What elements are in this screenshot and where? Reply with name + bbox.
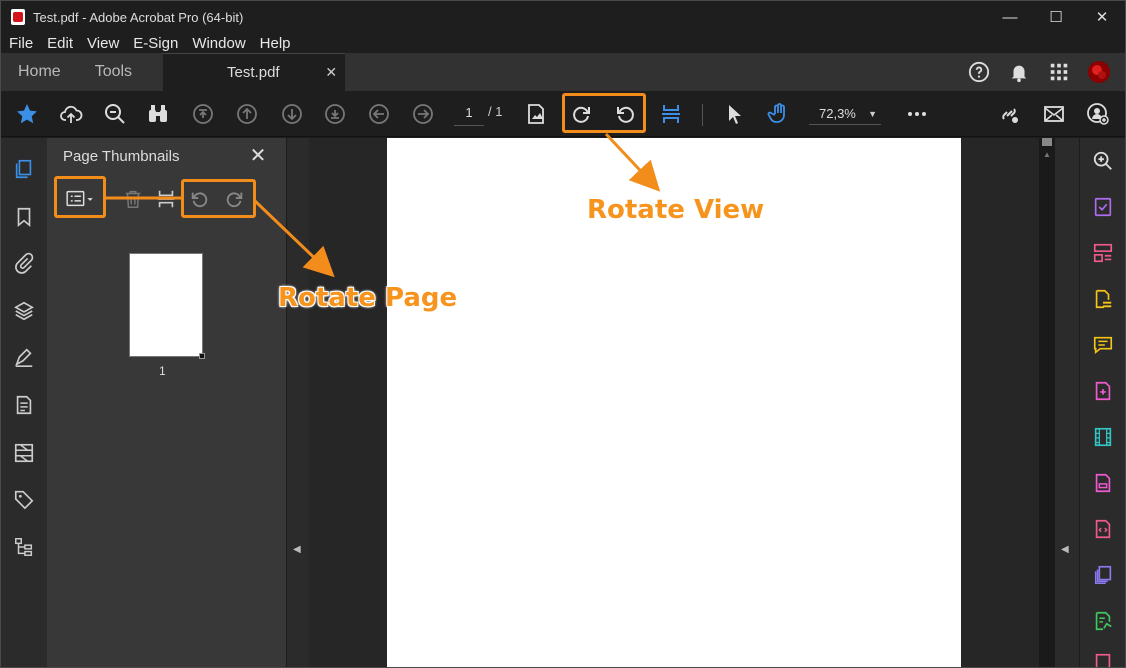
tab-home[interactable]: Home [1, 53, 78, 91]
zoom-level-select[interactable]: 72,3% ▼ [809, 103, 881, 125]
last-page-icon[interactable] [321, 100, 349, 128]
model-tree-icon[interactable] [11, 534, 37, 560]
vertical-scrollbar[interactable]: ▲ [1039, 138, 1055, 667]
previous-view-icon[interactable] [365, 100, 393, 128]
menu-view[interactable]: View [80, 35, 126, 52]
tab-tools[interactable]: Tools [78, 53, 149, 91]
hand-tool-icon[interactable] [765, 100, 793, 128]
page-thumbnails-icon[interactable] [11, 156, 37, 182]
close-window-button[interactable]: ✕ [1079, 1, 1125, 33]
next-page-icon[interactable] [278, 100, 306, 128]
left-navigation-rail [1, 138, 47, 667]
rotate-page-highlight [181, 179, 256, 218]
menu-window[interactable]: Window [185, 35, 252, 52]
insert-page-icon[interactable] [153, 186, 179, 212]
chevron-left-icon: ◀ [293, 544, 301, 555]
delete-page-trash-icon[interactable] [120, 186, 146, 212]
panel-title: Page Thumbnails [63, 148, 180, 165]
tabs-right-actions [967, 53, 1125, 91]
first-page-icon[interactable] [189, 100, 217, 128]
fill-sign-icon[interactable] [1090, 194, 1116, 220]
collapse-left-panel-handle[interactable]: ◀ [287, 138, 309, 667]
combine-files-icon[interactable] [1090, 562, 1116, 588]
rotate-page-label: Rotate Page [278, 283, 458, 313]
acrobat-logo-icon [11, 9, 25, 25]
acrobat-window: Test.pdf - Adobe Acrobat Pro (64-bit) — … [0, 0, 1126, 668]
bookmarks-icon[interactable] [11, 204, 37, 230]
apps-grid-icon[interactable] [1047, 60, 1071, 84]
find-binoculars-icon[interactable] [144, 100, 172, 128]
rich-media-film-icon[interactable] [1090, 424, 1116, 450]
share-link-icon[interactable] [995, 100, 1023, 128]
current-page-input[interactable]: 1 [454, 100, 484, 126]
page-display-icon[interactable] [523, 100, 551, 128]
menu-esign[interactable]: E-Sign [126, 35, 185, 52]
title-bar: Test.pdf - Adobe Acrobat Pro (64-bit) — … [1, 1, 1125, 33]
chevron-left-icon: ◀ [1061, 544, 1069, 555]
toolbar-divider [702, 104, 703, 126]
menu-file[interactable]: File [1, 35, 40, 52]
cloud-upload-icon[interactable] [57, 100, 85, 128]
document-properties-icon[interactable] [11, 392, 37, 418]
request-esignatures-icon[interactable] [1090, 608, 1116, 634]
menu-help[interactable]: Help [253, 35, 298, 52]
protect-icon[interactable] [1090, 650, 1116, 667]
minimize-button[interactable]: — [987, 1, 1033, 33]
tab-document-label: Test.pdf [227, 64, 280, 81]
window-controls: — ☐ ✕ [987, 1, 1125, 33]
add-user-icon[interactable] [1084, 100, 1112, 128]
content-order-icon[interactable] [11, 440, 37, 466]
scrollbar-thumb[interactable] [1042, 138, 1052, 146]
page-thumbnail[interactable] [129, 253, 205, 359]
zoom-value: 72,3% [819, 106, 856, 121]
organize-pages-icon[interactable] [1090, 240, 1116, 266]
right-tools-rail [1079, 138, 1125, 667]
zoom-search-icon[interactable] [101, 100, 129, 128]
previous-page-icon[interactable] [233, 100, 261, 128]
bookmark-star-icon[interactable] [13, 100, 41, 128]
export-pdf-icon[interactable] [1090, 470, 1116, 496]
email-envelope-icon[interactable] [1040, 100, 1068, 128]
more-options-icon[interactable] [903, 100, 931, 128]
collapse-right-panel-handle[interactable]: ◀ [1055, 138, 1079, 667]
convert-code-icon[interactable] [1090, 516, 1116, 542]
chevron-down-icon: ▼ [868, 108, 877, 119]
attachments-paperclip-icon[interactable] [11, 250, 37, 276]
maximize-button[interactable]: ☐ [1033, 1, 1079, 33]
create-pdf-icon[interactable] [1090, 378, 1116, 404]
signature-pen-icon[interactable] [11, 344, 37, 370]
rotate-view-highlight [562, 93, 646, 133]
page-count: / 1 [488, 104, 503, 119]
thumbnail-resize-handle[interactable] [199, 353, 205, 359]
panel-close-icon[interactable]: ✕ [247, 144, 269, 167]
notifications-bell-icon[interactable] [1007, 60, 1031, 84]
menu-bar: File Edit View E-Sign Window Help [1, 33, 1125, 53]
tags-icon[interactable] [11, 486, 37, 512]
tabs-bar: Home Tools Test.pdf ✕ [1, 53, 1125, 91]
select-cursor-icon[interactable] [721, 100, 749, 128]
layers-icon[interactable] [11, 298, 37, 324]
scroll-up-icon[interactable]: ▲ [1043, 150, 1051, 159]
zoom-tool-icon[interactable] [1090, 148, 1116, 174]
comment-icon[interactable] [1090, 332, 1116, 358]
edit-pdf-icon[interactable] [1090, 286, 1116, 312]
fit-page-icon[interactable] [657, 100, 685, 128]
help-icon[interactable] [967, 60, 991, 84]
thumbnail-page-number: 1 [159, 364, 166, 378]
tab-close-icon[interactable]: ✕ [325, 64, 337, 81]
tab-document[interactable]: Test.pdf ✕ [163, 53, 346, 91]
rotate-view-label: Rotate View [587, 195, 765, 225]
user-avatar[interactable] [1087, 60, 1111, 84]
window-title: Test.pdf - Adobe Acrobat Pro (64-bit) [33, 9, 244, 25]
thumbnail-options-highlight [54, 176, 106, 218]
menu-edit[interactable]: Edit [40, 35, 80, 52]
next-view-icon[interactable] [409, 100, 437, 128]
